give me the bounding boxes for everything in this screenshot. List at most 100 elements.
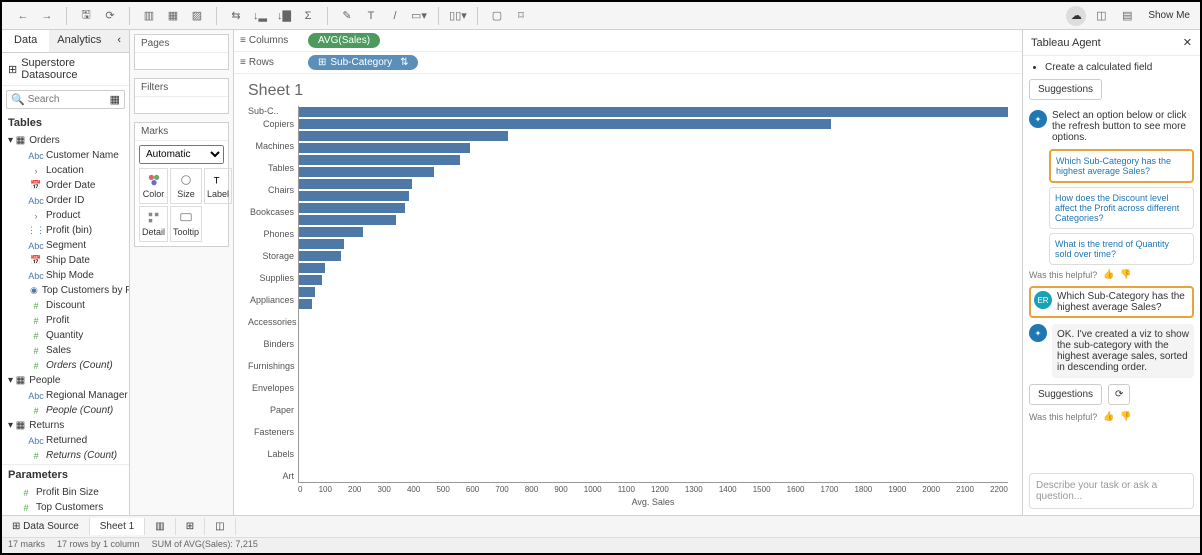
field-item[interactable]: #Orders (Count) <box>2 358 129 373</box>
field-tree: ▾ ▦ OrdersAbcCustomer Name›Location📅Orde… <box>2 133 129 464</box>
new-sheet-icon[interactable]: ▥ <box>145 518 175 535</box>
bar[interactable] <box>299 287 315 297</box>
bar[interactable] <box>299 299 312 309</box>
suggestions-button-2[interactable]: Suggestions <box>1029 384 1102 405</box>
suggestion-option-2[interactable]: How does the Discount level affect the P… <box>1049 187 1194 229</box>
field-item[interactable]: #Profit <box>2 313 129 328</box>
show-me-button[interactable]: Show Me <box>1142 8 1196 23</box>
detail-shelf[interactable]: Detail <box>139 206 168 242</box>
field-item[interactable]: ⋮⋮Profit (bin) <box>2 223 129 238</box>
color-shelf[interactable]: Color <box>139 168 168 204</box>
parameter-item[interactable]: #Profit Bin Size <box>2 485 129 500</box>
columns-pill[interactable]: AVG(Sales) <box>308 33 380 48</box>
duplicate-icon[interactable]: ▦ <box>162 5 184 27</box>
size-shelf[interactable]: Size <box>170 168 202 204</box>
bar[interactable] <box>299 179 412 189</box>
tab-datasource[interactable]: ⊞ Data Source <box>2 518 90 535</box>
status-marks: 17 marks <box>8 539 45 552</box>
thumbs-down-icon[interactable]: 👎 <box>1120 269 1131 280</box>
bar[interactable] <box>299 227 363 237</box>
line-icon[interactable]: / <box>384 5 406 27</box>
field-item[interactable]: ›Product <box>2 208 129 223</box>
thumbs-up-icon[interactable]: 👍 <box>1103 411 1114 422</box>
rows-shelf[interactable]: ≡Rows ⊞Sub-Category⇅ <box>234 52 1022 74</box>
new-worksheet-icon[interactable]: ▥ <box>138 5 160 27</box>
agent-input[interactable]: Describe your task or ask a question... <box>1029 473 1194 509</box>
revert-icon[interactable]: ⟳ <box>99 5 121 27</box>
field-item[interactable]: ◉Top Customers by P... <box>2 283 129 298</box>
field-item[interactable]: AbcCustomer Name <box>2 148 129 163</box>
text-icon[interactable]: T <box>360 5 382 27</box>
bar[interactable] <box>299 239 344 249</box>
field-item[interactable]: AbcReturned <box>2 433 129 448</box>
bar[interactable] <box>299 263 325 273</box>
field-item[interactable]: AbcOrder ID <box>2 193 129 208</box>
field-item[interactable]: #Sales <box>2 343 129 358</box>
presentation-icon[interactable]: ▢ <box>486 5 508 27</box>
tab-data[interactable]: Data <box>2 30 49 52</box>
field-item[interactable]: AbcShip Mode <box>2 268 129 283</box>
swap-icon[interactable]: ⇆ <box>225 5 247 27</box>
clear-icon[interactable]: ▨ <box>186 5 208 27</box>
tab-collapse-icon[interactable]: ‹ <box>109 30 129 52</box>
thumbs-down-icon[interactable]: 👎 <box>1120 411 1131 422</box>
bar[interactable] <box>299 107 1008 117</box>
bar[interactable] <box>299 119 831 129</box>
field-item[interactable]: #Discount <box>2 298 129 313</box>
table-group[interactable]: ▾ ▦ Returns <box>2 418 129 433</box>
chart-icon[interactable]: ▯▯▾ <box>447 5 469 27</box>
suggestions-button[interactable]: Suggestions <box>1029 79 1102 100</box>
marks-type-select[interactable]: Automatic <box>139 145 224 164</box>
suggestion-option-3[interactable]: What is the trend of Quantity sold over … <box>1049 233 1194 265</box>
bar[interactable] <box>299 155 460 165</box>
label-shelf[interactable]: TLabel <box>204 168 232 204</box>
back-icon[interactable]: ← <box>12 5 34 27</box>
refresh-button[interactable]: ⟳ <box>1108 384 1130 405</box>
field-item[interactable]: AbcSegment <box>2 238 129 253</box>
rows-pill[interactable]: ⊞Sub-Category⇅ <box>308 55 418 70</box>
guide-icon[interactable]: ◫ <box>1090 5 1112 27</box>
device-icon[interactable]: ⌑ <box>510 5 532 27</box>
tooltip-shelf[interactable]: Tooltip <box>170 206 202 242</box>
card-icon[interactable]: ▤ <box>1116 5 1138 27</box>
search-input[interactable] <box>28 94 107 105</box>
close-icon[interactable]: ✕ <box>1183 36 1192 49</box>
sort-asc-icon[interactable]: ↓▂ <box>249 5 271 27</box>
table-group[interactable]: ▾ ▦ People <box>2 373 129 388</box>
table-group[interactable]: ▾ ▦ Orders <box>2 133 129 148</box>
bar[interactable] <box>299 215 396 225</box>
sort-desc-icon[interactable]: ↓▇ <box>273 5 295 27</box>
bar[interactable] <box>299 275 322 285</box>
bar[interactable] <box>299 203 405 213</box>
field-item[interactable]: AbcRegional Manager <box>2 388 129 403</box>
field-item[interactable]: #Quantity <box>2 328 129 343</box>
forward-icon[interactable]: → <box>36 5 58 27</box>
agent-panel: Tableau Agent ✕ Create a calculated fiel… <box>1022 30 1200 515</box>
bar[interactable] <box>299 167 434 177</box>
highlight-icon[interactable]: ✎ <box>336 5 358 27</box>
save-icon[interactable]: 🖫 <box>75 5 97 27</box>
totals-icon[interactable]: Σ <box>297 5 319 27</box>
bar[interactable] <box>299 191 409 201</box>
cloud-icon[interactable]: ☁ <box>1066 6 1086 26</box>
field-item[interactable]: 📅Order Date <box>2 178 129 193</box>
bar[interactable] <box>299 143 470 153</box>
field-item[interactable]: #People (Count) <box>2 403 129 418</box>
new-story-icon[interactable]: ◫ <box>205 518 235 535</box>
columns-shelf[interactable]: ≡Columns AVG(Sales) <box>234 30 1022 52</box>
thumbs-up-icon[interactable]: 👍 <box>1103 269 1114 280</box>
suggestion-option-1[interactable]: Which Sub-Category has the highest avera… <box>1049 149 1194 183</box>
tab-analytics[interactable]: Analytics <box>49 30 109 52</box>
search-options-icon[interactable]: ▦ <box>110 93 120 106</box>
datasource-row[interactable]: ⊞ Superstore Datasource <box>2 53 129 86</box>
parameter-item[interactable]: #Top Customers <box>2 500 129 515</box>
y-tick-label: Copiers <box>248 118 294 130</box>
tab-sheet1[interactable]: Sheet 1 <box>90 518 145 535</box>
field-item[interactable]: 📅Ship Date <box>2 253 129 268</box>
fit-icon[interactable]: ▭▾ <box>408 5 430 27</box>
bar[interactable] <box>299 251 341 261</box>
bar[interactable] <box>299 131 508 141</box>
new-dashboard-icon[interactable]: ⊞ <box>176 518 205 535</box>
field-item[interactable]: ›Location <box>2 163 129 178</box>
field-item[interactable]: #Returns (Count) <box>2 448 129 463</box>
